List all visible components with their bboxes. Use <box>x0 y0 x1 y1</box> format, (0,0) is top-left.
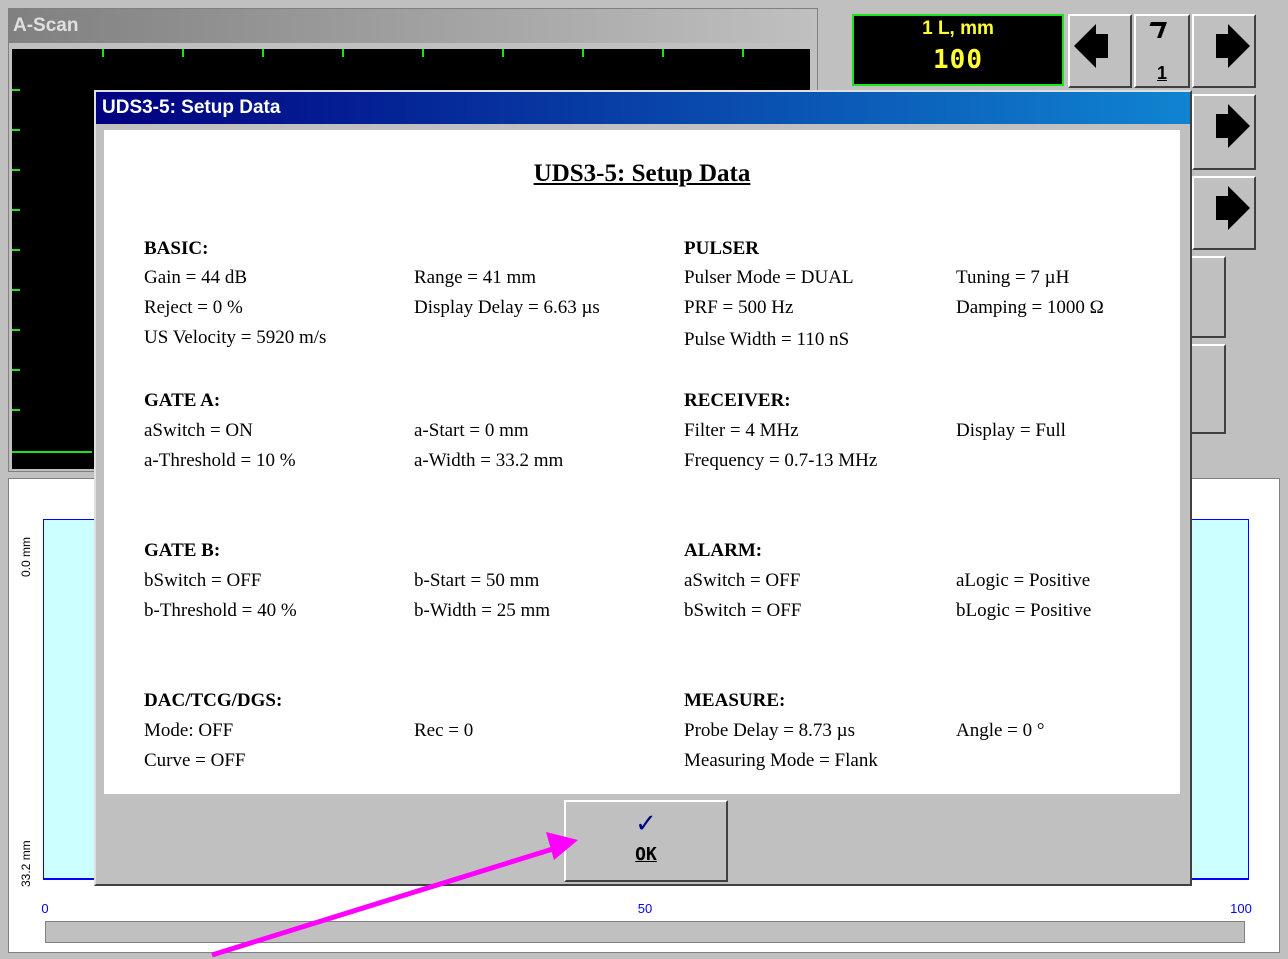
section-dac-title: DAC/TCG/DGS: <box>144 690 283 711</box>
x-tick-label: 0 <box>41 901 49 916</box>
grid-tick <box>502 49 504 57</box>
grid-tick <box>12 129 20 131</box>
gate-a-width: a-Width = 33.2 mm <box>414 450 564 471</box>
grid-tick <box>12 209 20 211</box>
section-gate-a-title: GATE A: <box>144 390 221 411</box>
arrow-right-icon <box>1228 24 1250 68</box>
receiver-frequency: Frequency = 0.7-13 MHz <box>684 450 878 471</box>
dac-curve: Curve = OFF <box>144 750 246 771</box>
basic-range: Range = 41 mm <box>414 267 537 288</box>
pulser-pulse-width: Pulse Width = 110 nS <box>684 329 850 350</box>
dialog-footer: ✓ OK <box>96 796 1190 882</box>
arrow-right-icon <box>1228 104 1250 148</box>
measure-measuring-mode: Measuring Mode = Flank <box>684 750 878 771</box>
gate-b-start: b-Start = 50 mm <box>414 570 540 591</box>
grid-tick <box>12 289 20 291</box>
dac-rec: Rec = 0 <box>414 720 474 741</box>
gate-b-threshold: b-Threshold = 40 % <box>144 600 297 621</box>
grid-tick <box>12 169 20 171</box>
gate-a-start: a-Start = 0 mm <box>414 420 529 441</box>
section-measure-title: MEASURE: <box>684 690 786 711</box>
checkmark-icon: ✓ <box>635 809 657 839</box>
ascan-trace <box>12 451 92 453</box>
pulser-tuning: Tuning = 7 µH <box>956 267 1070 288</box>
pulser-prf: PRF = 500 Hz <box>684 297 794 318</box>
grid-tick <box>262 49 264 57</box>
dialog-body: UDS3-5: Setup Data BASIC: Gain = 44 dB R… <box>104 130 1180 794</box>
grid-tick <box>102 49 104 57</box>
grid-tick <box>182 49 184 57</box>
grid-tick <box>12 89 20 91</box>
side-button-1[interactable] <box>1190 256 1226 338</box>
gate-a-threshold: a-Threshold = 10 % <box>144 450 296 471</box>
section-receiver-title: RECEIVER: <box>684 390 791 411</box>
x-tick-label: 50 <box>637 901 653 916</box>
grid-tick <box>422 49 424 57</box>
x-tick-label: 100 <box>1230 901 1252 916</box>
setup-data-dialog: UDS3-5: Setup Data UDS3-5: Setup Data BA… <box>94 90 1192 886</box>
y-tick-label: 0.0 mm <box>19 536 33 577</box>
grid-tick <box>12 369 20 371</box>
step-icon <box>1145 22 1167 38</box>
alarm-b-logic: bLogic = Positive <box>956 600 1092 621</box>
parameter-value: 100 <box>933 45 983 75</box>
grid-tick <box>12 249 20 251</box>
receiver-filter: Filter = 4 MHz <box>684 420 799 441</box>
arrow-left-icon-shaft <box>1094 34 1108 58</box>
ok-button[interactable]: ✓ OK <box>564 800 728 882</box>
section-basic-title: BASIC: <box>144 238 209 259</box>
grid-tick <box>582 49 584 57</box>
pulser-damping: Damping = 1000 Ω <box>956 297 1104 318</box>
increase-button-2[interactable] <box>1192 94 1256 170</box>
parameter-display[interactable]: 1 L, mm 100 <box>852 14 1064 86</box>
alarm-a-logic: aLogic = Positive <box>956 570 1091 591</box>
basic-reject: Reject = 0 % <box>144 297 243 318</box>
arrow-right-icon <box>1228 186 1250 230</box>
grid-tick <box>342 49 344 57</box>
increase-button-3[interactable] <box>1192 176 1256 250</box>
section-gate-b-title: GATE B: <box>144 540 221 561</box>
dialog-heading: UDS3-5: Setup Data <box>533 160 751 187</box>
basic-us-velocity: US Velocity = 5920 m/s <box>144 327 327 348</box>
dac-mode: Mode: OFF <box>144 720 234 741</box>
measure-angle: Angle = 0 ° <box>956 720 1045 741</box>
section-alarm-title: ALARM: <box>684 540 763 561</box>
gate-b-width: b-Width = 25 mm <box>414 600 551 621</box>
grid-tick <box>662 49 664 57</box>
increase-button[interactable] <box>1192 14 1256 88</box>
step-value: 1 <box>1156 63 1167 83</box>
basic-display-delay: Display Delay = 6.63 µs <box>414 297 600 318</box>
side-button-2[interactable] <box>1190 344 1226 434</box>
section-pulser-title: PULSER <box>684 238 759 259</box>
alarm-b-switch: bSwitch = OFF <box>684 600 802 621</box>
basic-gain: Gain = 44 dB <box>144 267 248 288</box>
gate-a-switch: aSwitch = ON <box>144 420 253 441</box>
arrow-right-icon-shaft <box>1216 196 1230 220</box>
ok-button-label: OK <box>635 844 657 865</box>
gate-b-switch: bSwitch = OFF <box>144 570 262 591</box>
measure-probe-delay: Probe Delay = 8.73 µs <box>684 720 855 741</box>
alarm-a-switch: aSwitch = OFF <box>684 570 801 591</box>
parameter-label: 1 L, mm <box>922 18 994 39</box>
grid-tick <box>742 49 744 57</box>
decrease-button[interactable] <box>1068 14 1132 88</box>
chart-scrollbar[interactable] <box>45 921 1245 943</box>
step-button[interactable]: 1 <box>1134 14 1190 88</box>
arrow-right-icon-shaft <box>1216 114 1230 138</box>
receiver-display: Display = Full <box>956 420 1066 441</box>
pulser-mode: Pulser Mode = DUAL <box>684 267 854 288</box>
arrow-left-icon <box>1074 24 1096 68</box>
grid-tick <box>12 409 20 411</box>
dialog-title: UDS3-5: Setup Data <box>96 92 1190 124</box>
ascan-title: A-Scan <box>9 9 817 43</box>
arrow-right-icon-shaft <box>1216 34 1230 58</box>
y-tick-label: 33.2 mm <box>19 840 33 887</box>
grid-tick <box>12 329 20 331</box>
